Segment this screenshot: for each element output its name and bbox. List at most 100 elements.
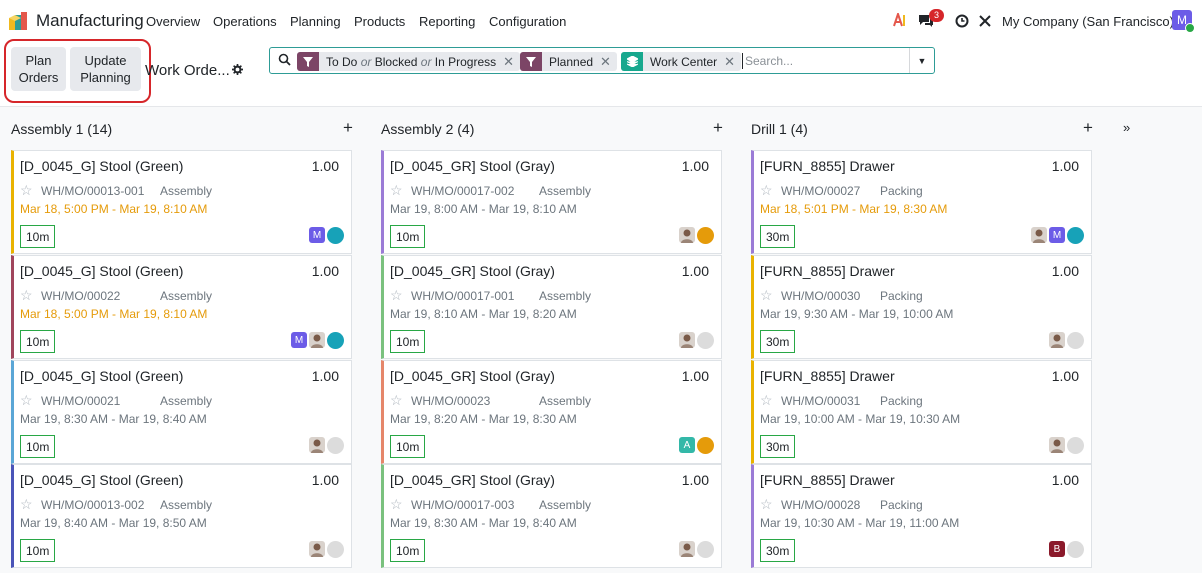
- star-icon[interactable]: ☆: [760, 287, 773, 304]
- user-photo-avatar[interactable]: [309, 332, 325, 348]
- message-count-badge: 3: [929, 9, 944, 22]
- status-circle-icon[interactable]: [327, 437, 344, 454]
- work-order-card[interactable]: [FURN_8855] Drawer 1.00 ☆ WH/MO/00027 Packin…: [751, 150, 1092, 254]
- user-photo-avatar[interactable]: [309, 437, 325, 453]
- work-order-card[interactable]: [D_0045_GR] Stool (Gray) 1.00 ☆ WH/MO/00017…: [381, 464, 722, 568]
- user-photo-avatar[interactable]: [1049, 437, 1065, 453]
- facet-group-work-center[interactable]: Work Center ✕: [621, 52, 742, 71]
- work-order-card[interactable]: [D_0045_G] Stool (Green) 1.00 ☆ WH/MO/00021…: [11, 360, 352, 464]
- duration-badge: 30m: [760, 539, 796, 562]
- add-card-plus-icon[interactable]: +: [713, 118, 723, 138]
- work-order-card[interactable]: [D_0045_G] Stool (Green) 1.00 ☆ WH/MO/00013…: [11, 150, 352, 254]
- user-initial-avatar[interactable]: M: [291, 332, 307, 348]
- card-reference: WH/MO/00027: [781, 184, 861, 198]
- star-icon[interactable]: ☆: [390, 182, 403, 199]
- star-icon[interactable]: ☆: [20, 287, 33, 304]
- duration-badge: 10m: [20, 539, 56, 562]
- work-order-card[interactable]: [FURN_8855] Drawer 1.00 ☆ WH/MO/00028 Packin…: [751, 464, 1092, 568]
- user-avatar[interactable]: M: [1172, 10, 1195, 33]
- user-photo-avatar[interactable]: [1031, 227, 1047, 243]
- gear-icon[interactable]: [232, 64, 243, 75]
- menu-reporting[interactable]: Reporting: [419, 14, 475, 29]
- add-card-plus-icon[interactable]: +: [1083, 118, 1093, 138]
- add-card-plus-icon[interactable]: +: [343, 118, 353, 138]
- fold-columns-icon[interactable]: »: [1123, 120, 1130, 135]
- user-initial-avatar[interactable]: M: [1049, 227, 1065, 243]
- status-circle-icon[interactable]: [1067, 437, 1084, 454]
- facet-value: To Do: [326, 54, 358, 69]
- card-workcenter: Assembly: [160, 289, 213, 303]
- search-icon[interactable]: [278, 53, 291, 66]
- star-icon[interactable]: ☆: [20, 392, 33, 409]
- card-workcenter: Packing: [880, 289, 923, 303]
- card-quantity: 1.00: [681, 263, 709, 279]
- star-icon[interactable]: ☆: [390, 392, 403, 409]
- column-title[interactable]: Assembly 1 (14): [11, 121, 112, 137]
- user-photo-avatar[interactable]: [1049, 332, 1065, 348]
- search-bar[interactable]: To Do or Blocked or In Progress ✕ Planne…: [269, 47, 935, 74]
- user-initial-avatar[interactable]: A: [679, 437, 695, 453]
- status-circle-icon[interactable]: [697, 227, 714, 244]
- manufacturing-app-icon[interactable]: [9, 12, 31, 30]
- search-input[interactable]: [742, 53, 905, 69]
- star-icon[interactable]: ☆: [760, 392, 773, 409]
- star-icon[interactable]: ☆: [20, 182, 33, 199]
- status-circle-icon[interactable]: [327, 332, 344, 349]
- status-circle-icon[interactable]: [1067, 541, 1084, 558]
- menu-products[interactable]: Products: [354, 14, 405, 29]
- work-order-card[interactable]: [D_0045_GR] Stool (Gray) 1.00 ☆ WH/MO/00017…: [381, 150, 722, 254]
- card-quantity: 1.00: [681, 472, 709, 488]
- facet-planned[interactable]: Planned ✕: [520, 52, 617, 71]
- app-name[interactable]: Manufacturing: [36, 11, 144, 31]
- tools-icon[interactable]: [978, 14, 992, 28]
- work-order-card[interactable]: [D_0045_G] Stool (Green) 1.00 ☆ WH/MO/00013…: [11, 464, 352, 568]
- facet-status[interactable]: To Do or Blocked or In Progress ✕: [297, 52, 521, 71]
- facet-or: or: [420, 54, 432, 69]
- remove-facet-icon[interactable]: ✕: [503, 54, 520, 70]
- status-circle-icon[interactable]: [327, 227, 344, 244]
- menu-configuration[interactable]: Configuration: [489, 14, 566, 29]
- card-title: [FURN_8855] Drawer: [760, 472, 895, 488]
- work-order-card[interactable]: [FURN_8855] Drawer 1.00 ☆ WH/MO/00031 Packin…: [751, 360, 1092, 464]
- user-photo-avatar[interactable]: [679, 541, 695, 557]
- clock-icon[interactable]: [955, 14, 969, 28]
- star-icon[interactable]: ☆: [760, 496, 773, 513]
- search-options-toggle[interactable]: ▼: [909, 48, 934, 73]
- status-circle-icon[interactable]: [327, 541, 344, 558]
- user-initial-avatar[interactable]: M: [309, 227, 325, 243]
- status-circle-icon[interactable]: [1067, 332, 1084, 349]
- star-icon[interactable]: ☆: [20, 496, 33, 513]
- work-order-card[interactable]: [FURN_8855] Drawer 1.00 ☆ WH/MO/00030 Packin…: [751, 255, 1092, 359]
- card-title: [D_0045_GR] Stool (Gray): [390, 263, 555, 279]
- column-title[interactable]: Assembly 2 (4): [381, 121, 474, 137]
- status-circle-icon[interactable]: [1067, 227, 1084, 244]
- menu-overview[interactable]: Overview: [146, 14, 200, 29]
- card-dates: Mar 19, 8:20 AM - Mar 19, 8:30 AM: [390, 412, 577, 426]
- status-circle-icon[interactable]: [697, 332, 714, 349]
- card-workcenter: Assembly: [160, 184, 213, 198]
- work-order-card[interactable]: [D_0045_G] Stool (Green) 1.00 ☆ WH/MO/00022…: [11, 255, 352, 359]
- column-title[interactable]: Drill 1 (4): [751, 121, 808, 137]
- card-title: [FURN_8855] Drawer: [760, 263, 895, 279]
- star-icon[interactable]: ☆: [760, 182, 773, 199]
- card-reference: WH/MO/00022: [41, 289, 121, 303]
- user-photo-avatar[interactable]: [679, 227, 695, 243]
- card-reference: WH/MO/00028: [781, 498, 861, 512]
- menu-operations[interactable]: Operations: [213, 14, 277, 29]
- card-workcenter: Packing: [880, 498, 923, 512]
- user-initial-avatar[interactable]: B: [1049, 541, 1065, 557]
- remove-facet-icon[interactable]: ✕: [724, 54, 741, 70]
- star-icon[interactable]: ☆: [390, 496, 403, 513]
- remove-facet-icon[interactable]: ✕: [600, 54, 617, 70]
- status-circle-icon[interactable]: [697, 437, 714, 454]
- user-photo-avatar[interactable]: [679, 332, 695, 348]
- menu-planning[interactable]: Planning: [290, 14, 341, 29]
- work-order-card[interactable]: [D_0045_GR] Stool (Gray) 1.00 ☆ WH/MO/00017…: [381, 255, 722, 359]
- status-circle-icon[interactable]: [697, 541, 714, 558]
- ai-icon[interactable]: [893, 13, 907, 27]
- duration-badge: 30m: [760, 435, 796, 458]
- star-icon[interactable]: ☆: [390, 287, 403, 304]
- work-order-card[interactable]: [D_0045_GR] Stool (Gray) 1.00 ☆ WH/MO/00023…: [381, 360, 722, 464]
- user-photo-avatar[interactable]: [309, 541, 325, 557]
- company-switcher[interactable]: My Company (San Francisco): [1002, 14, 1174, 29]
